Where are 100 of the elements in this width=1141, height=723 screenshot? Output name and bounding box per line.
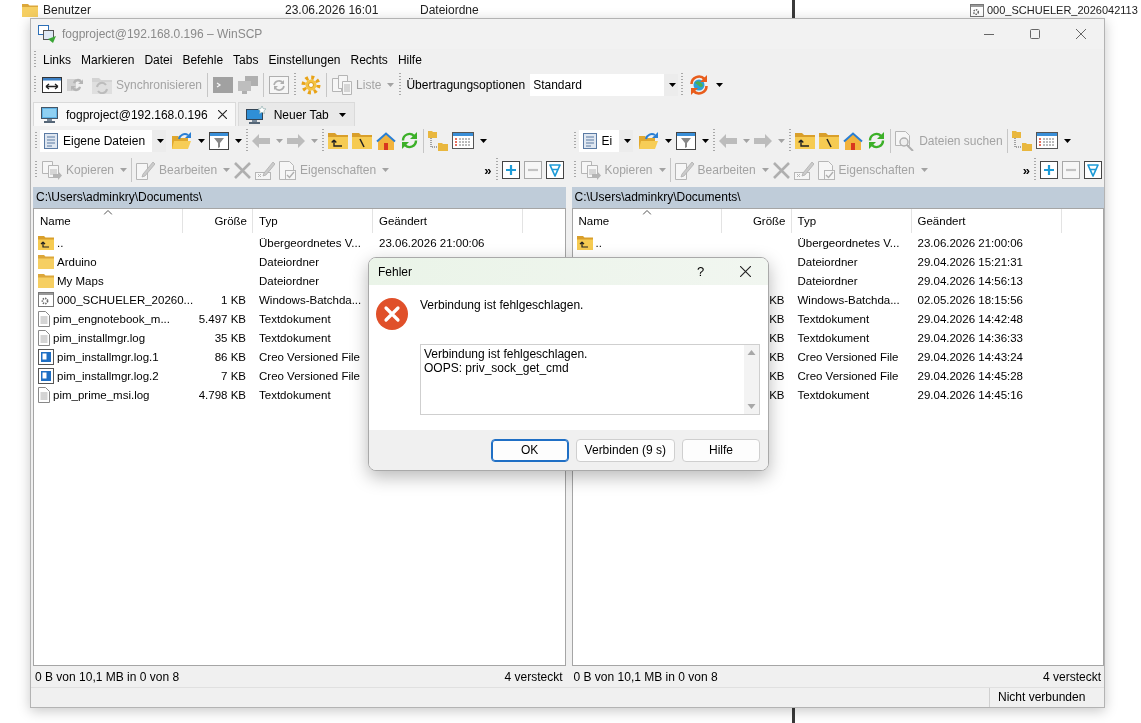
file-name[interactable]: pim_prime_msi.log	[53, 388, 150, 401]
caret-icon	[623, 138, 631, 143]
file-name[interactable]: pim_installmgr.log.2	[57, 369, 159, 382]
folder-up-icon	[38, 235, 54, 250]
error-icon	[376, 298, 408, 330]
column-header[interactable]: Größe	[183, 209, 253, 233]
copy-icon	[42, 160, 62, 180]
folder-up-icon	[576, 235, 593, 250]
modified-date: 29.04.2026 14:43:24	[917, 350, 1024, 363]
file-name[interactable]: Arduino	[57, 255, 97, 268]
column-header[interactable]: Name	[572, 209, 722, 233]
file-type: Textdokument	[797, 388, 870, 401]
file-type: Textdokument	[797, 312, 870, 325]
refresh-icon	[867, 131, 887, 150]
modified-date: 23.06.2026 16:01	[285, 3, 380, 17]
dialog-button[interactable]: Hilfe	[682, 438, 760, 462]
dialog-button[interactable]: Verbinden (9 s)	[575, 438, 675, 462]
folder-sync-icon	[92, 76, 112, 94]
file-type: Dateiordner	[259, 255, 320, 268]
hidden-count: 4 versteckt	[504, 669, 563, 684]
caret-icon	[743, 138, 751, 143]
terminal-icon	[213, 77, 234, 93]
transfer-settings-dropdown[interactable]: Standard	[530, 74, 679, 96]
help-button[interactable]: ?	[678, 258, 723, 285]
file-type: Textdokument	[259, 388, 331, 401]
text-file-icon	[38, 329, 50, 346]
location-dropdown[interactable]: Ei	[578, 129, 634, 152]
session-tab[interactable]: Neuer Tab	[237, 102, 355, 126]
session-tab[interactable]: fogproject@192.168.0.196	[33, 102, 236, 126]
file-type: Creo Versioned File	[797, 369, 899, 382]
path-bar: C:\Users\adminkry\Documents\	[33, 187, 566, 208]
tree-button[interactable]	[426, 128, 451, 153]
select-button[interactable]	[1038, 158, 1060, 182]
column-header[interactable]: Typ	[253, 209, 373, 233]
more-button[interactable]: »	[482, 158, 494, 182]
close-icon[interactable]	[217, 110, 227, 119]
caret-icon	[665, 138, 673, 143]
file-name[interactable]: 000_SCHUELER_20260...	[57, 293, 194, 306]
details-field[interactable]: Verbindung ist fehlgeschlagen. OOPS: priv_sock_get_cmd	[420, 344, 760, 415]
file-name[interactable]: ..	[595, 236, 602, 249]
maximize-icon	[1030, 29, 1040, 39]
monitors-icon	[238, 76, 259, 94]
more-button[interactable]: »	[1020, 158, 1032, 182]
select-all-button[interactable]	[543, 158, 566, 182]
modified-date: 23.06.2026 21:00:06	[917, 236, 1024, 249]
page-check-icon	[817, 160, 835, 180]
file-size: KB	[769, 293, 785, 306]
back-arrow-icon	[719, 133, 738, 148]
file-name[interactable]: pim_installmgr.log	[53, 331, 146, 344]
menu-item[interactable]: Befehle	[178, 50, 228, 70]
text-file-icon	[38, 310, 50, 327]
modified-date: 29.04.2026 14:45:16	[917, 388, 1024, 401]
modified-date: 23.06.2026 21:00:06	[379, 236, 485, 249]
close-icon	[740, 266, 751, 277]
caret-icon	[716, 83, 724, 87]
tree-button[interactable]	[1009, 128, 1034, 153]
menu-item[interactable]: Einstellungen	[264, 50, 345, 70]
select-all-button[interactable]	[1082, 158, 1104, 182]
filter-icon	[676, 131, 697, 150]
menu-item[interactable]: Datei	[140, 50, 177, 70]
window-title: fogproject@192.168.0.196 – WinSCP	[62, 27, 263, 41]
caret-icon	[761, 168, 769, 172]
plus-icon	[501, 161, 520, 179]
column-header[interactable]: Geändert	[911, 209, 1062, 233]
folder-backslash-icon	[819, 132, 840, 149]
modified-date: 02.05.2026 18:15:56	[917, 293, 1024, 306]
file-name[interactable]: My Maps	[57, 274, 104, 287]
column-header[interactable]: Name	[34, 209, 183, 233]
dialog-button[interactable]: OK	[490, 438, 569, 462]
minus-icon	[1062, 161, 1080, 179]
document-icon	[44, 132, 58, 149]
forward-arrow-icon	[287, 133, 306, 148]
menu-item[interactable]: Rechts	[346, 50, 392, 70]
dialog-title: Fehler	[378, 264, 412, 279]
file-type: Windows-Batchda...	[797, 293, 900, 306]
open-folder-icon	[638, 131, 660, 150]
folder-tree-icon	[428, 130, 449, 151]
file-size: KB	[769, 312, 785, 325]
folder-backslash-icon	[352, 132, 373, 149]
menu-item[interactable]: Links	[39, 50, 75, 70]
menu-item[interactable]: Hilfe	[393, 50, 426, 70]
file-type: Übergeordnetes V...	[259, 236, 361, 249]
select-button[interactable]	[499, 158, 522, 182]
location-dropdown[interactable]: Eigene Dateien	[40, 129, 167, 152]
column-header[interactable]: Geändert	[373, 209, 523, 233]
column-header[interactable]: Größe	[721, 209, 792, 233]
scrollbar[interactable]	[744, 345, 759, 414]
file-name[interactable]: ..	[57, 236, 64, 249]
rename-icon	[255, 160, 276, 180]
menu-item[interactable]: Markieren	[77, 50, 139, 70]
documents-icon	[332, 75, 353, 95]
file-size: 5.497 KB	[198, 312, 246, 325]
list-view-icon	[452, 132, 475, 149]
column-header[interactable]: Typ	[791, 209, 912, 233]
folder-icon	[38, 273, 54, 288]
menu-item[interactable]: Tabs	[229, 50, 263, 70]
file-name[interactable]: pim_engnotebook_m...	[53, 312, 170, 325]
file-type: Creo Versioned File	[259, 350, 360, 363]
file-type: Dateiordne	[420, 3, 479, 17]
file-name[interactable]: pim_installmgr.log.1	[57, 350, 159, 363]
